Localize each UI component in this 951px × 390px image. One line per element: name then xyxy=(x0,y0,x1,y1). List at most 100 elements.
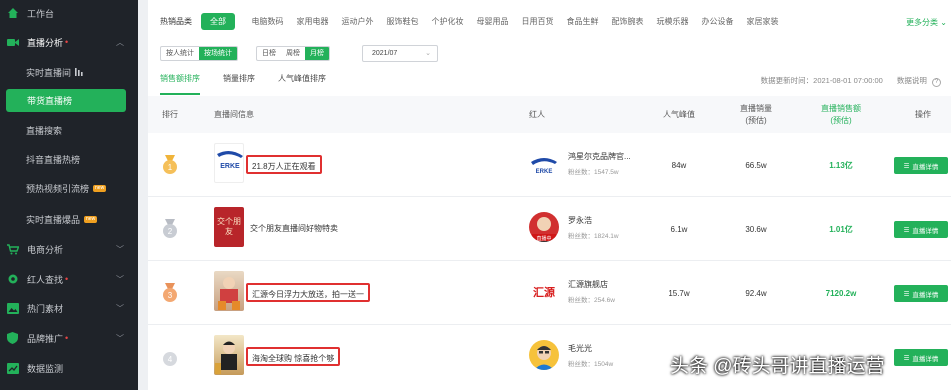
bars-icon xyxy=(75,67,84,78)
image-icon xyxy=(6,302,19,315)
category-item[interactable]: 服饰鞋包 xyxy=(380,16,425,27)
sidebar-item-influencer-search[interactable]: 红人查找 • ﹀ xyxy=(0,266,138,292)
room-thumbnail[interactable] xyxy=(214,271,244,311)
new-badge: new xyxy=(84,215,98,223)
col-host: 红人 xyxy=(529,109,545,119)
category-filter: 热销品类 全部 电脑数码 家用电器 运动户外 服饰鞋包 个护化妆 母婴用品 日用… xyxy=(160,13,785,30)
peak-value: 6.1w xyxy=(670,224,688,234)
category-item[interactable]: 玩模乐器 xyxy=(650,16,695,27)
sales-amount-value: 1.01亿 xyxy=(829,224,853,234)
room-thumbnail[interactable] xyxy=(214,335,244,375)
shield-icon xyxy=(6,332,19,345)
sidebar-item-label: 带货直播榜 xyxy=(27,96,73,106)
chevron-down-icon: ﹀ xyxy=(116,274,124,284)
fans-count: 粉丝数：254.6w xyxy=(568,297,615,304)
sidebar-item-label: 电商分析 xyxy=(27,244,64,255)
sidebar-item-workbench[interactable]: 工作台 xyxy=(0,0,138,26)
watermark: 头条 @砖头哥讲直播运营 xyxy=(670,356,885,377)
sidebar-item-data-monitor[interactable]: 数据监测 xyxy=(0,355,138,381)
sidebar-item-douyin-hot[interactable]: 抖音直播热榜 xyxy=(0,146,138,172)
col-room-info: 直播间信息 xyxy=(214,109,254,119)
live-detail-button[interactable]: ☰ 直播详情 xyxy=(894,285,948,302)
col-sales-amount: 直播销售额 (预估) xyxy=(821,103,861,125)
stat-mode-toggle: 按人统计 按场统计 xyxy=(160,46,238,61)
weekly-toggle[interactable]: 周榜 xyxy=(281,47,305,60)
category-all[interactable]: 全部 xyxy=(201,13,235,30)
live-detail-button[interactable]: ☰ 直播详情 xyxy=(894,349,948,366)
tab-sales-volume[interactable]: 销量排序 xyxy=(223,73,255,95)
table-row: 2 交个朋友 交个朋友直播间好物特卖 直播中 罗永浩 粉丝数：1824.1w 6… xyxy=(148,197,951,261)
tab-peak-viewers[interactable]: 人气峰值排序 xyxy=(278,73,326,95)
fans-count: 粉丝数：1504w xyxy=(568,361,614,368)
rank-badge-icon: 4 xyxy=(162,347,178,367)
chevron-down-icon: ⌄ xyxy=(425,50,431,57)
sales-qty-value: 92.4w xyxy=(745,288,767,298)
category-item[interactable]: 运动户外 xyxy=(335,16,380,27)
avatar[interactable] xyxy=(529,340,559,370)
monthly-toggle[interactable]: 月榜 xyxy=(305,47,329,60)
svg-text:ERKE: ERKE xyxy=(220,163,240,170)
update-time: 数据更新时间：2021-08-01 07:00:00 xyxy=(760,76,883,85)
avatar[interactable]: 汇源 xyxy=(529,276,559,306)
col-action: 操作 xyxy=(915,109,931,119)
host-name[interactable]: 鸿星尔克品牌官... xyxy=(568,151,631,162)
svg-text:1: 1 xyxy=(168,163,173,172)
by-person-toggle[interactable]: 按人统计 xyxy=(161,47,199,60)
room-title[interactable]: 21.8万人正在观看 xyxy=(246,155,322,174)
category-item[interactable]: 日用百货 xyxy=(515,16,560,27)
sidebar-item-live-search[interactable]: 直播搜索 xyxy=(0,117,138,143)
sidebar-item-label: 热门素材 xyxy=(27,303,64,314)
category-item[interactable]: 家居家装 xyxy=(740,16,785,27)
sidebar-item-label: 抖音直播热榜 xyxy=(26,154,81,165)
sidebar-item-label: 红人查找 xyxy=(27,274,64,285)
host-name[interactable]: 罗永浩 xyxy=(568,215,592,226)
sidebar-item-realtime-room[interactable]: 实时直播间 xyxy=(0,59,138,85)
daily-toggle[interactable]: 日榜 xyxy=(257,47,281,60)
svg-text:汇源: 汇源 xyxy=(533,285,555,299)
svg-text:直播中: 直播中 xyxy=(536,235,551,242)
live-detail-button[interactable]: ☰ 直播详情 xyxy=(894,157,948,174)
category-item[interactable]: 电脑数码 xyxy=(245,16,290,27)
svg-text:2: 2 xyxy=(168,227,173,236)
data-help-link[interactable]: 数据说明 xyxy=(897,76,927,85)
sidebar-item-sales-rank[interactable]: 带货直播榜 xyxy=(6,89,126,112)
room-thumbnail[interactable]: 交个朋友 xyxy=(214,207,244,247)
live-detail-button[interactable]: ☰ 直播详情 xyxy=(894,221,948,238)
sidebar-item-label: 实时直播爆品 xyxy=(26,214,81,225)
avatar[interactable]: ERKE xyxy=(529,148,559,178)
sidebar-item-hot-material[interactable]: 热门素材 ﹀ xyxy=(0,295,138,321)
category-item[interactable]: 家用电器 xyxy=(290,16,335,27)
host-name[interactable]: 汇源旗舰店 xyxy=(568,279,608,290)
sidebar-item-hot-products[interactable]: 实时直播爆品 new xyxy=(0,206,138,232)
sidebar-item-preheat-video[interactable]: 预热视频引流榜 new xyxy=(0,175,138,201)
room-title[interactable]: 汇源今日浮力大放送，拍一送一 xyxy=(246,283,370,302)
more-categories-link[interactable]: 更多分类 ⌄ xyxy=(906,17,947,28)
update-info: 数据更新时间：2021-08-01 07:00:00 数据说明 ? xyxy=(761,75,941,87)
sidebar-item-brand-promo[interactable]: 品牌推广 • ﹀ xyxy=(0,325,138,351)
sidebar-item-label: 数据监测 xyxy=(27,363,64,374)
sidebar-item-live-analysis[interactable]: 直播分析 • ︿ xyxy=(0,29,138,55)
category-item[interactable]: 配饰腕表 xyxy=(605,16,650,27)
col-rank: 排行 xyxy=(162,109,178,119)
sales-qty-value: 66.5w xyxy=(745,160,767,170)
room-title[interactable]: 海淘全球购 惊喜抢个够 xyxy=(246,347,341,366)
category-item[interactable]: 食品生鲜 xyxy=(560,16,605,27)
main-panel: 热销品类 全部 电脑数码 家用电器 运动户外 服饰鞋包 个护化妆 母婴用品 日用… xyxy=(148,0,951,390)
chevron-down-icon: ﹀ xyxy=(116,303,124,313)
category-item[interactable]: 办公设备 xyxy=(695,16,740,27)
room-thumbnail[interactable]: ERKE xyxy=(214,143,244,183)
by-session-toggle[interactable]: 按场统计 xyxy=(199,47,237,60)
fans-count: 粉丝数：1824.1w xyxy=(568,233,619,240)
help-icon: ? xyxy=(932,78,941,87)
date-select[interactable]: 2021/07 ⌄ xyxy=(362,45,438,62)
sidebar-item-ecommerce[interactable]: 电商分析 ﹀ xyxy=(0,236,138,262)
category-item[interactable]: 母婴用品 xyxy=(470,16,515,27)
tab-sales-amount[interactable]: 销售额排序 xyxy=(160,73,200,95)
avatar[interactable]: 直播中 xyxy=(529,212,559,242)
room-title[interactable]: 交个朋友直播间好物特卖 xyxy=(246,219,342,238)
category-item[interactable]: 个护化妆 xyxy=(425,16,470,27)
sidebar-item-label: 实时直播间 xyxy=(26,67,72,78)
table-row: 3 汇源今日浮力大放送，拍一送一 汇源 汇源旗舰店 粉丝数：254.6w 15.… xyxy=(148,261,951,325)
host-name[interactable]: 毛光光 xyxy=(568,343,592,354)
list-icon: ☰ xyxy=(903,226,910,234)
